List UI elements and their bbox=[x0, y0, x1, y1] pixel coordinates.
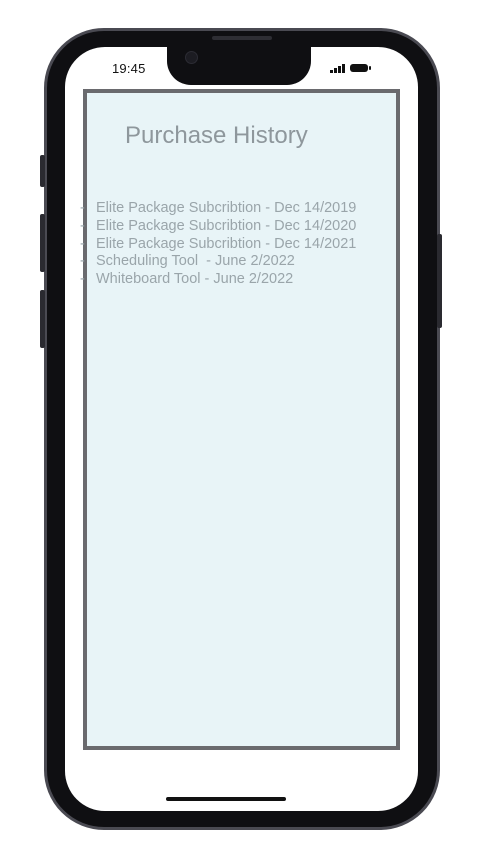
purchase-history-item: - Scheduling Tool - June 2/2022 bbox=[80, 253, 356, 271]
purchase-history-item-label: Scheduling Tool - June 2/2022 bbox=[96, 253, 295, 270]
purchase-history-item-label: Elite Package Subcribtion - Dec 14/2019 bbox=[96, 200, 357, 216]
home-indicator[interactable] bbox=[166, 797, 286, 801]
list-bullet: - bbox=[80, 217, 85, 234]
purchase-history-item: - Whiteboard Tool - June 2/2022 bbox=[80, 271, 356, 289]
volume-down-button bbox=[40, 290, 45, 348]
front-camera-icon bbox=[185, 51, 198, 64]
purchase-history-item: - Elite Package Subcribtion - Dec 14/2019 bbox=[80, 200, 356, 218]
purchase-history-item: - Elite Package Subcribtion - Dec 14/2021 bbox=[80, 236, 356, 254]
purchase-history-item-label: Elite Package Subcribtion - Dec 14/2021 bbox=[96, 235, 357, 252]
list-bullet: - bbox=[80, 200, 85, 216]
purchase-history-item: - Elite Package Subcribtion - Dec 14/2020 bbox=[80, 218, 356, 236]
purchase-history-panel bbox=[83, 89, 400, 750]
volume-up-button bbox=[40, 214, 45, 272]
purchase-history-item-label: Whiteboard Tool - June 2/2022 bbox=[96, 271, 294, 288]
purchase-history-item-label: Elite Package Subcribtion - Dec 14/2020 bbox=[96, 217, 357, 234]
battery-icon bbox=[350, 64, 371, 72]
list-bullet: - bbox=[80, 253, 85, 270]
list-bullet: - bbox=[80, 235, 85, 252]
purchase-history-list: - Elite Package Subcribtion - Dec 14/2019… bbox=[80, 200, 356, 289]
cellular-signal-icon bbox=[330, 63, 346, 73]
list-bullet: - bbox=[80, 271, 85, 288]
page-title: Purchase History bbox=[125, 122, 308, 149]
earpiece-speaker bbox=[212, 36, 272, 40]
mute-switch bbox=[40, 155, 45, 187]
power-button bbox=[437, 234, 442, 328]
status-bar-time: 19:45 bbox=[112, 61, 146, 76]
